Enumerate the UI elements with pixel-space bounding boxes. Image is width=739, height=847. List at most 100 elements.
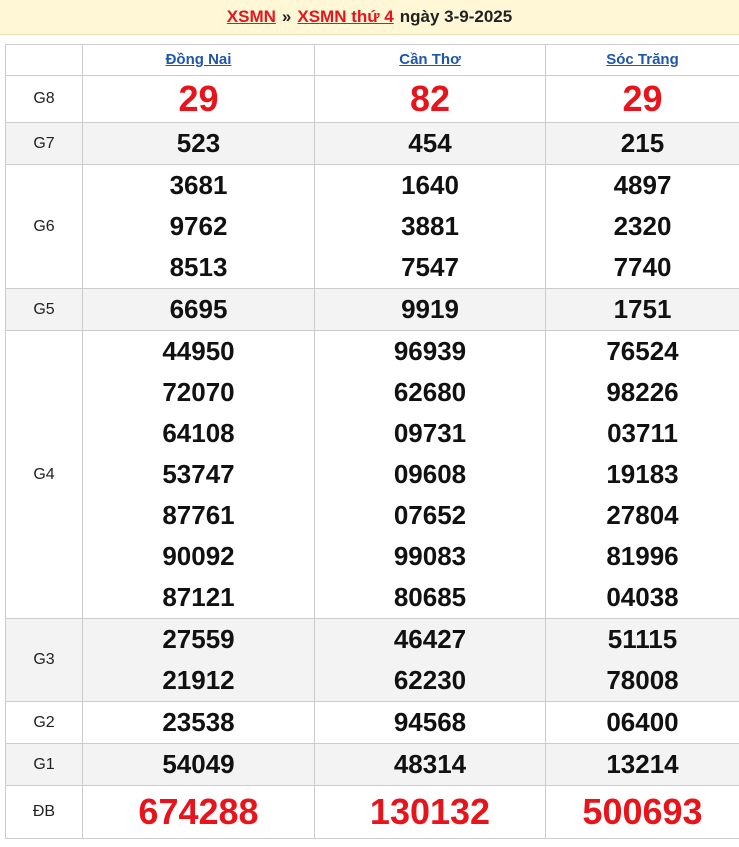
prize-number: 80685 <box>393 582 467 612</box>
prize-cell: 82 <box>314 75 546 123</box>
prize-number: 130132 <box>369 791 491 832</box>
prize-number: 04038 <box>606 582 679 612</box>
prize-number: 72070 <box>162 377 235 407</box>
prize-cell: 1640 3881 7547 <box>314 164 546 289</box>
header-corner <box>5 44 83 76</box>
prize-number: 500693 <box>582 791 703 832</box>
prize-number: 3881 <box>401 211 459 241</box>
prize-number: 46427 <box>393 624 467 654</box>
xsmn-link[interactable]: XSMN <box>227 7 276 27</box>
prize-cell: 06400 <box>545 701 739 744</box>
prize-number: 07652 <box>393 500 467 530</box>
table-header-row: Đồng Nai Cần Thơ Sóc Trăng <box>5 44 739 76</box>
prize-cell: 6695 <box>82 288 315 331</box>
prize-label: G5 <box>5 288 83 331</box>
prize-number: 2320 <box>613 211 672 241</box>
prize-number: 44950 <box>162 336 235 366</box>
prize-label: ĐB <box>5 785 83 839</box>
prize-number: 1640 <box>401 170 459 200</box>
prize-number: 94568 <box>393 707 467 737</box>
prize-number: 7740 <box>613 252 672 282</box>
province-link-can-tho[interactable]: Cần Thơ <box>399 51 461 68</box>
prize-number: 54049 <box>162 749 235 779</box>
prize-number: 4897 <box>613 170 672 200</box>
results-table: Đồng Nai Cần Thơ Sóc Trăng G8 29 82 29 G7 523… <box>5 44 739 839</box>
prize-label: G2 <box>5 701 83 744</box>
prize-number: 13214 <box>606 749 679 779</box>
prize-number: 87761 <box>162 500 235 530</box>
prize-cell: 29 <box>545 75 739 123</box>
prize-cell: 44950 72070 64108 53747 87761 90092 87121 <box>82 330 315 619</box>
prize-number: 81996 <box>606 541 679 571</box>
prize-label: G7 <box>5 122 83 165</box>
prize-cell: 96939 62680 09731 09608 07652 99083 80685 <box>314 330 546 619</box>
prize-cell: 23538 <box>82 701 315 744</box>
prize-number: 62680 <box>393 377 467 407</box>
prize-cell: 1751 <box>545 288 739 331</box>
prize-label: G1 <box>5 743 83 786</box>
prize-number: 62230 <box>393 665 467 695</box>
prize-number: 27804 <box>606 500 679 530</box>
prize-number: 21912 <box>162 665 235 695</box>
prize-number: 09608 <box>393 459 467 489</box>
draw-date: ngày 3-9-2025 <box>399 7 513 26</box>
prize-cell: 48314 <box>314 743 546 786</box>
breadcrumb-separator: » <box>281 7 292 26</box>
prize-number: 06400 <box>606 707 679 737</box>
province-header: Sóc Trăng <box>545 44 739 76</box>
prize-number: 53747 <box>162 459 235 489</box>
province-link-dong-nai[interactable]: Đồng Nai <box>166 51 232 68</box>
province-link-soc-trang[interactable]: Sóc Trăng <box>606 51 679 68</box>
prize-row: G6 3681 9762 8513 1640 3881 7547 4897 2320 7740 <box>5 164 739 289</box>
prize-number: 82 <box>409 78 451 119</box>
prize-number: 9919 <box>401 294 459 324</box>
prize-cell: 3681 9762 8513 <box>82 164 315 289</box>
prize-number: 51115 <box>607 624 678 654</box>
prize-number: 674288 <box>138 791 259 832</box>
prize-number: 3681 <box>169 170 228 200</box>
prize-cell: 454 <box>314 122 546 165</box>
prize-row: G3 27559 21912 46427 62230 51115 78008 <box>5 618 739 702</box>
prize-cell: 51115 78008 <box>545 618 739 702</box>
prize-row: G4 44950 72070 64108 53747 87761 90092 87121 969… <box>5 330 739 619</box>
prize-row: G5 6695 9919 1751 <box>5 288 739 331</box>
xsmn-thu4-link[interactable]: XSMN thứ 4 <box>297 7 393 27</box>
prize-cell: 54049 <box>82 743 315 786</box>
prize-label: G8 <box>5 75 83 123</box>
prize-number: 99083 <box>393 541 467 571</box>
prize-number: 23538 <box>162 707 235 737</box>
prize-cell: 27559 21912 <box>82 618 315 702</box>
prize-number: 03711 <box>607 418 678 448</box>
prize-number: 454 <box>408 128 452 158</box>
prize-number: 6695 <box>169 294 228 324</box>
prize-number: 8513 <box>169 252 228 282</box>
prize-number: 29 <box>622 78 663 119</box>
prize-cell: 9919 <box>314 288 546 331</box>
prize-number: 215 <box>620 128 665 158</box>
prize-number: 78008 <box>606 665 679 695</box>
prize-number: 19183 <box>606 459 679 489</box>
prize-number: 87121 <box>162 582 235 612</box>
prize-row: G8 29 82 29 <box>5 75 739 123</box>
prize-number: 76524 <box>606 336 679 366</box>
prize-cell: 500693 <box>545 785 739 839</box>
page-title: XSMN » XSMN thứ 4 ngày 3-9-2025 <box>0 0 739 35</box>
prize-number: 09731 <box>393 418 467 448</box>
prize-label: G3 <box>5 618 83 702</box>
prize-cell: 674288 <box>82 785 315 839</box>
province-header: Đồng Nai <box>82 44 315 76</box>
prize-cell: 29 <box>82 75 315 123</box>
prize-cell: 130132 <box>314 785 546 839</box>
province-header: Cần Thơ <box>314 44 546 76</box>
prize-cell: 4897 2320 7740 <box>545 164 739 289</box>
prize-number: 64108 <box>162 418 235 448</box>
prize-number: 7547 <box>401 252 459 282</box>
prize-number: 98226 <box>606 377 679 407</box>
prize-cell: 46427 62230 <box>314 618 546 702</box>
prize-label: G4 <box>5 330 83 619</box>
prize-number: 90092 <box>162 541 235 571</box>
prize-cell: 94568 <box>314 701 546 744</box>
prize-cell: 13214 <box>545 743 739 786</box>
prize-number: 29 <box>178 78 219 119</box>
prize-number: 48314 <box>393 749 467 779</box>
